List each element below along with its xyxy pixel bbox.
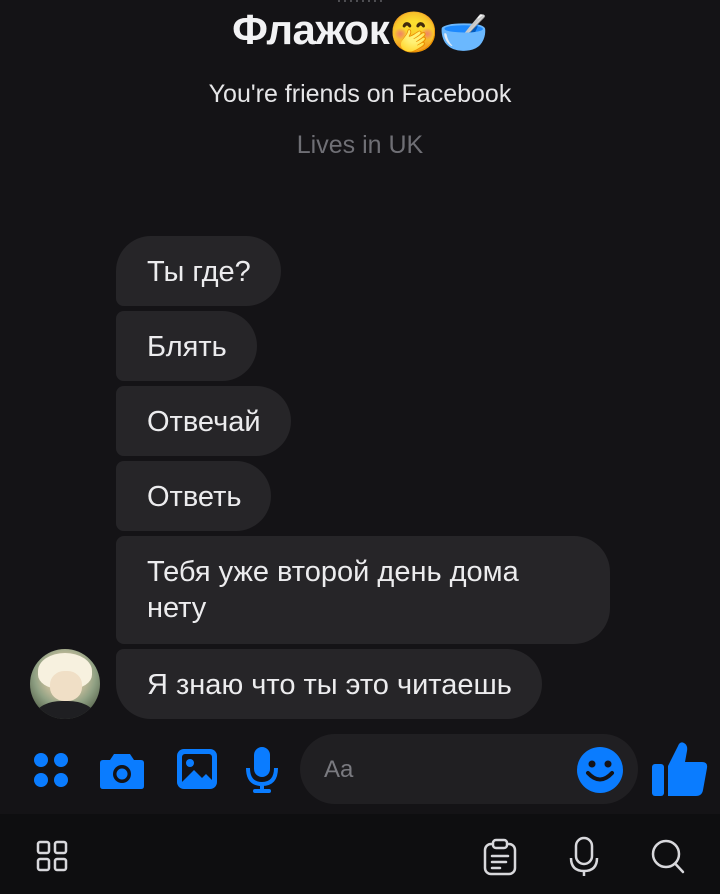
- message-input-placeholder: Aa: [324, 756, 354, 783]
- thumbs-up-icon[interactable]: [650, 740, 710, 798]
- message-bubble[interactable]: Блять: [116, 311, 257, 381]
- camera-icon[interactable]: [99, 750, 145, 790]
- grid-icon[interactable]: [36, 840, 68, 872]
- message-bubble[interactable]: Я знаю что ты это читаешь: [116, 649, 542, 719]
- sender-avatar[interactable]: [30, 649, 100, 719]
- system-navigation-bar: [0, 814, 720, 894]
- message-bubble[interactable]: Ты где?: [116, 236, 281, 306]
- clipboard-icon[interactable]: [482, 838, 518, 876]
- gallery-icon[interactable]: [176, 748, 218, 790]
- friends-status: You're friends on Facebook: [208, 80, 512, 108]
- message-bubble[interactable]: Тебя уже второй день дома нету: [116, 536, 610, 644]
- emoji-icon[interactable]: [576, 746, 624, 794]
- location-info: Lives in UK: [296, 131, 424, 159]
- microphone-icon[interactable]: [246, 746, 278, 794]
- assistant-mic-icon[interactable]: [568, 836, 600, 878]
- message-bubble[interactable]: Отвечай: [116, 386, 291, 456]
- profile-name-text: Флажок: [232, 6, 390, 53]
- profile-name: Флажок🤭🥣: [0, 6, 720, 56]
- message-composer: Aa: [0, 726, 720, 816]
- search-icon[interactable]: [650, 838, 686, 876]
- profile-name-emoji: 🤭🥣: [389, 11, 488, 55]
- message-bubble[interactable]: Ответь: [116, 461, 272, 531]
- apps-icon[interactable]: [32, 751, 70, 789]
